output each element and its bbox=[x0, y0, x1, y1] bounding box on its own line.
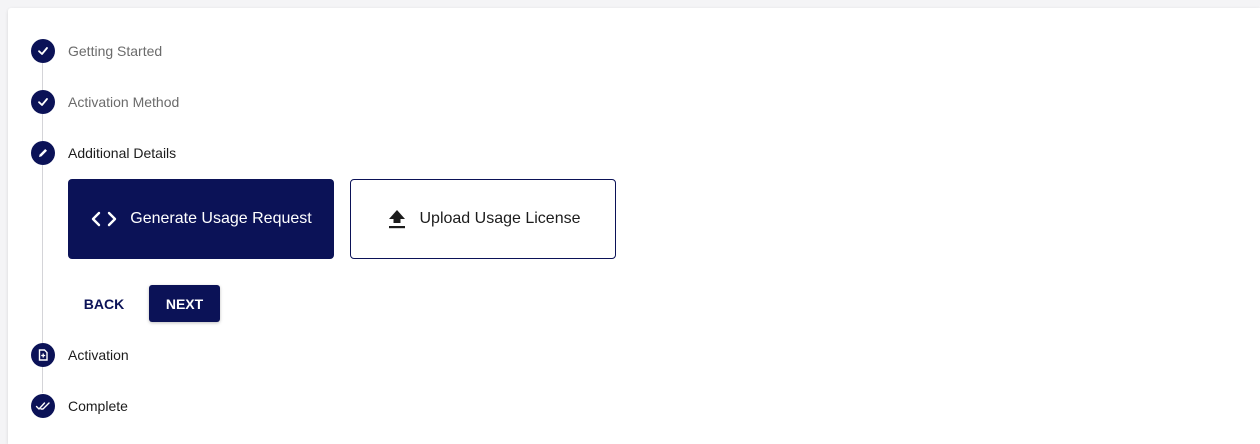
generate-usage-request-button[interactable]: Generate Usage Request bbox=[68, 179, 334, 259]
step-3-label: Additional Details bbox=[68, 145, 177, 161]
step-connector bbox=[42, 366, 43, 393]
generate-usage-request-label: Generate Usage Request bbox=[130, 210, 312, 227]
upload-usage-license-button[interactable]: Upload Usage License bbox=[350, 179, 616, 259]
step-connector bbox=[42, 165, 43, 343]
step-1-label: Getting Started bbox=[68, 43, 163, 59]
next-button[interactable]: NEXT bbox=[149, 285, 220, 322]
step-2-check-icon bbox=[31, 90, 55, 114]
step-4-document-icon bbox=[31, 343, 55, 367]
step-5-label: Complete bbox=[68, 398, 128, 414]
step-5-double-check-icon bbox=[31, 394, 55, 418]
upload-usage-license-label: Upload Usage License bbox=[419, 210, 581, 227]
upload-icon bbox=[386, 208, 408, 230]
step-1-check-icon bbox=[31, 39, 55, 63]
code-brackets-icon bbox=[90, 211, 118, 227]
step-2-label: Activation Method bbox=[68, 94, 180, 110]
step-4-label: Activation bbox=[68, 347, 129, 363]
step-3-pencil-icon bbox=[31, 141, 55, 165]
step-connector bbox=[42, 63, 43, 90]
back-button[interactable]: BACK bbox=[70, 285, 138, 322]
step-connector bbox=[42, 114, 43, 141]
